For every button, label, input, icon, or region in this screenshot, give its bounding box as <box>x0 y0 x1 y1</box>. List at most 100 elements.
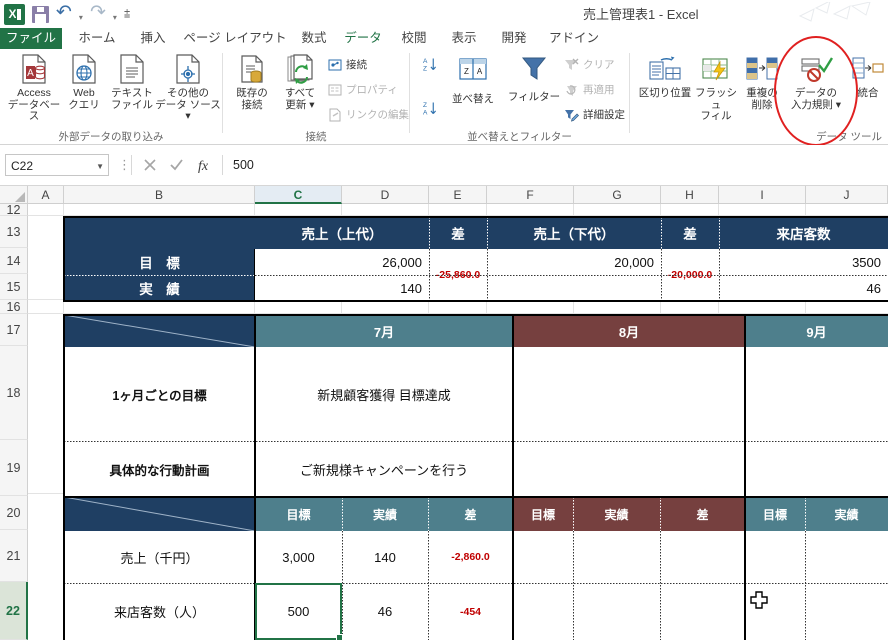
tab-view[interactable]: 表示 <box>442 28 486 49</box>
column-header-H[interactable]: H <box>661 186 719 204</box>
redo-icon[interactable]: ↷ <box>90 3 106 22</box>
cell-D20-july-actual-header[interactable]: 実績 <box>342 497 428 531</box>
cell-C18-july-goal[interactable]: 新規顧客獲得 目標達成 <box>255 347 513 441</box>
cell-C17-month-july[interactable]: 7月 <box>255 315 513 347</box>
cell-H22-august-diff[interactable] <box>660 583 745 640</box>
clear-filter-button[interactable]: クリア <box>564 57 615 72</box>
cell-F15-actual-sales-lower[interactable] <box>487 275 661 301</box>
row-header-22[interactable]: 22 <box>0 582 28 640</box>
column-header-B[interactable]: B <box>64 186 255 204</box>
cell-E21-july-diff[interactable]: -2,860.0 <box>428 531 513 583</box>
cell-G20-august-actual-header[interactable]: 実績 <box>573 497 660 531</box>
cell-J21-september-actual[interactable] <box>805 531 888 583</box>
row-header-16[interactable]: 16 <box>0 300 28 314</box>
name-box-dropdown-icon[interactable]: ▼ <box>96 162 104 171</box>
cell-C22-july-target[interactable]: 500 <box>255 583 342 640</box>
cell-B18-monthly-goal-label[interactable]: 1ヶ月ごとの目標 <box>64 347 255 441</box>
tab-review[interactable]: 校閲 <box>392 28 436 49</box>
column-header-C[interactable]: C <box>255 186 342 204</box>
cell-B19-action-plan-label[interactable]: 具体的な行動計画 <box>64 441 255 497</box>
cell-G22-august-actual[interactable] <box>573 583 660 640</box>
properties-button[interactable]: プロパティ <box>327 82 398 97</box>
cell-H21-august-diff[interactable] <box>660 531 745 583</box>
edit-links-button[interactable]: リンクの編集 <box>327 107 409 122</box>
cell-I17-month-september[interactable]: 9月 <box>745 315 888 347</box>
cell-B15-actual-label[interactable]: 実 績 <box>64 275 255 301</box>
cell-E22-july-diff[interactable]: -454 <box>428 583 513 640</box>
cell-B22-visitors-label[interactable]: 来店客数（人） <box>64 583 255 640</box>
other-data-sources-button[interactable]: その他の データ ソース ▾ <box>155 52 221 123</box>
cell-F21-august-target[interactable] <box>513 531 573 583</box>
column-header-J[interactable]: J <box>806 186 888 204</box>
cell-I15-actual-visitors[interactable]: 46 <box>719 275 888 301</box>
cell-I14-target-visitors[interactable]: 3500 <box>719 249 888 275</box>
row-header-20[interactable]: 20 <box>0 496 28 530</box>
text-to-columns-button[interactable]: 区切り位置 <box>636 52 694 100</box>
column-header-E[interactable]: E <box>429 186 487 204</box>
tab-formulas[interactable]: 数式 <box>292 28 336 49</box>
sort-descending-button[interactable]: Z A <box>422 101 437 116</box>
flash-fill-button[interactable]: フラッシュ フィル <box>692 52 740 123</box>
row-header-19[interactable]: 19 <box>0 440 28 496</box>
sort-button[interactable]: Z A 並べ替え <box>442 52 504 106</box>
name-box[interactable]: C22 ▼ <box>5 154 109 176</box>
consolidate-button[interactable]: 統合 <box>848 52 888 100</box>
tab-file[interactable]: ファイル <box>0 28 62 49</box>
cell-D22-july-actual[interactable]: 46 <box>342 583 428 640</box>
cell-I19-september-action[interactable] <box>745 441 888 497</box>
redo-dropdown-icon[interactable]: ▾ <box>113 13 117 22</box>
cell-C21-july-target[interactable]: 3,000 <box>255 531 342 583</box>
column-header-A[interactable]: A <box>28 186 64 204</box>
select-all-corner[interactable] <box>0 186 28 204</box>
refresh-all-button[interactable]: すべて 更新 ▾ <box>278 52 322 111</box>
tab-addins[interactable]: アドイン <box>546 28 602 49</box>
enter-icon[interactable] <box>163 154 190 176</box>
undo-icon[interactable]: ↶ <box>56 3 72 22</box>
customize-qat-icon[interactable]: ⩲ <box>124 8 130 21</box>
cell-I22-september-target[interactable] <box>745 583 805 640</box>
cell-D21-july-actual[interactable]: 140 <box>342 531 428 583</box>
column-header-F[interactable]: F <box>487 186 574 204</box>
cell-C14-target-sales-upper[interactable]: 26,000 <box>255 249 429 275</box>
cell-F13-sales-lower[interactable]: 売上（下代） <box>487 217 661 249</box>
cell-C20-july-target-header[interactable]: 目標 <box>255 497 342 531</box>
cell-I20-september-target-header[interactable]: 目標 <box>745 497 805 531</box>
cell-F22-august-target[interactable] <box>513 583 573 640</box>
cell-H13-diff2[interactable]: 差 <box>661 217 719 249</box>
tab-home[interactable]: ホーム <box>68 28 126 49</box>
tab-page-layout[interactable]: ページ レイアウト <box>180 28 290 49</box>
cell-C13-sales-upper[interactable]: 売上（上代） <box>255 217 429 249</box>
row-header-21[interactable]: 21 <box>0 530 28 582</box>
cell-F18-august-goal[interactable] <box>513 347 745 441</box>
formula-input[interactable]: 500 <box>228 154 883 176</box>
tab-insert[interactable]: 挿入 <box>130 28 176 49</box>
connections-button[interactable]: 接続 <box>327 57 367 72</box>
column-header-D[interactable]: D <box>342 186 429 204</box>
cell-F17-month-august[interactable]: 8月 <box>513 315 745 347</box>
cell-E13-diff1[interactable]: 差 <box>429 217 487 249</box>
reapply-button[interactable]: 再適用 <box>564 82 615 97</box>
column-header-G[interactable]: G <box>574 186 661 204</box>
cell-C19-july-action[interactable]: ご新規様キャンペーンを行う <box>255 441 513 497</box>
cell-C15-actual-sales-upper[interactable]: 140 <box>255 275 429 301</box>
data-validation-button[interactable]: データの 入力規則 ▾ <box>786 52 846 111</box>
row-header-14[interactable]: 14 <box>0 248 28 274</box>
column-header-I[interactable]: I <box>719 186 806 204</box>
save-icon[interactable] <box>32 5 49 23</box>
cell-B21-sales-label[interactable]: 売上（千円） <box>64 531 255 583</box>
tab-developer[interactable]: 開発 <box>492 28 536 49</box>
web-query-button[interactable]: Web クエリ <box>63 52 105 111</box>
cell-I21-september-target[interactable] <box>745 531 805 583</box>
row-header-12[interactable]: 12 <box>0 203 28 217</box>
cell-H20-august-diff-header[interactable]: 差 <box>660 497 745 531</box>
cell-F14-target-sales-lower[interactable]: 20,000 <box>487 249 661 275</box>
row-header-18[interactable]: 18 <box>0 346 28 440</box>
access-database-button[interactable]: A Access データベース <box>6 52 62 123</box>
row-header-17[interactable]: 17 <box>0 314 28 346</box>
undo-dropdown-icon[interactable]: ▾ <box>79 13 83 22</box>
row-header-13[interactable]: 13 <box>0 216 28 248</box>
text-file-button[interactable]: テキスト ファイル <box>106 52 158 111</box>
cancel-icon[interactable] <box>136 154 163 176</box>
cell-E20-july-diff-header[interactable]: 差 <box>428 497 513 531</box>
cell-G21-august-actual[interactable] <box>573 531 660 583</box>
